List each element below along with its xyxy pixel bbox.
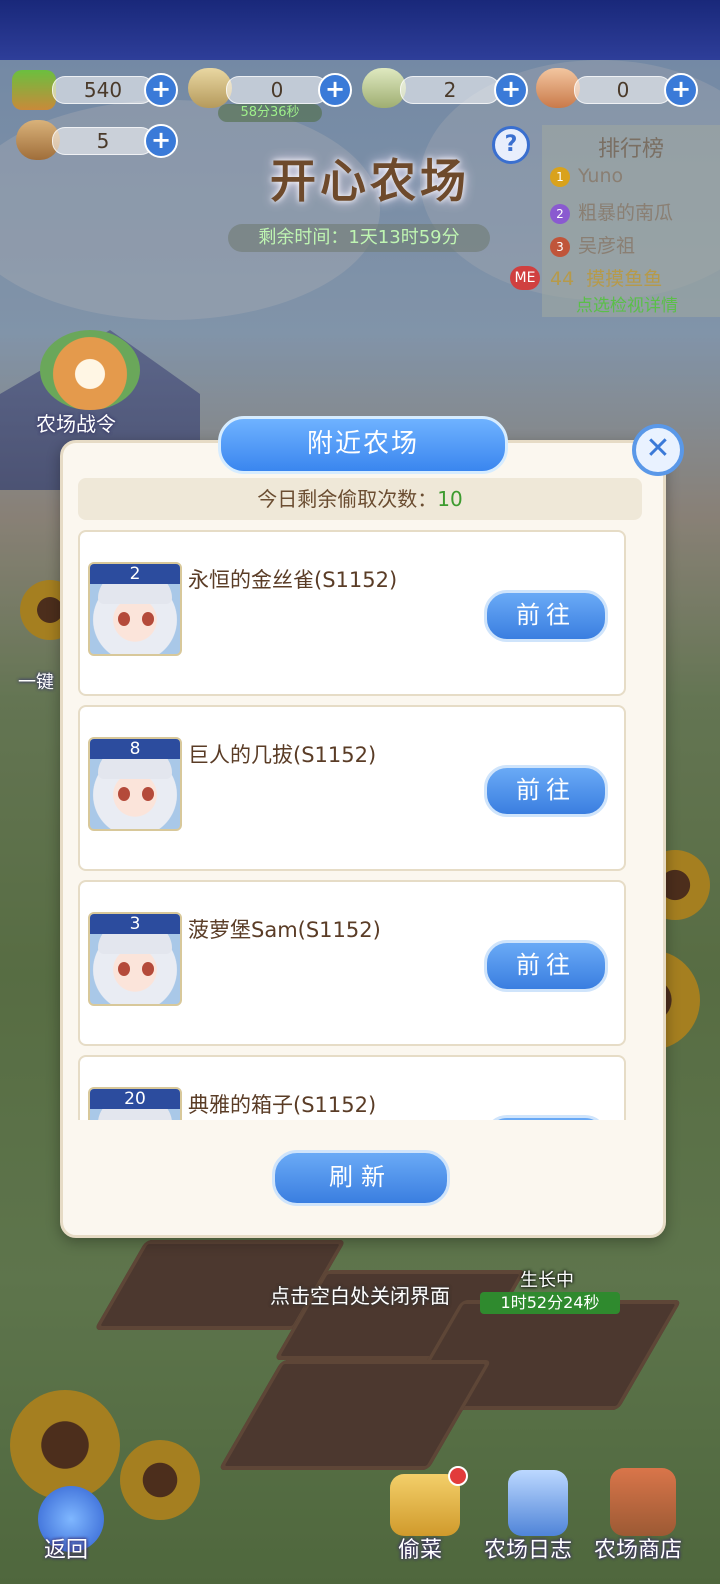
farm-owner-avatar: 3 xyxy=(88,912,182,1006)
help-button[interactable]: ? xyxy=(492,126,530,164)
ranking-row-me: 44 摸摸鱼鱼 xyxy=(550,264,662,291)
game-title: 开心农场 xyxy=(270,154,470,208)
corgi-icon[interactable] xyxy=(40,330,140,410)
ranking-row-1: 1 Yuno xyxy=(550,165,623,187)
farm-name: 巨人的几拔(S1152) xyxy=(188,743,377,767)
ranking-name: Yuno xyxy=(578,165,624,187)
add-fertilizer-button[interactable]: + xyxy=(494,73,528,107)
farm-name: 永恒的金丝雀(S1152) xyxy=(188,568,398,592)
medal-purple-icon: 2 xyxy=(550,203,570,224)
add-coin-button[interactable]: + xyxy=(144,124,178,158)
medal-bronze-icon: 3 xyxy=(550,236,570,257)
medal-gold-icon: 1 xyxy=(550,166,570,187)
add-vegetable-button[interactable]: + xyxy=(144,73,178,107)
glove-icon[interactable] xyxy=(390,1474,460,1536)
close-button[interactable]: ✕ xyxy=(632,424,684,476)
steal-count-label: 今日剩余偷取次数： xyxy=(257,487,438,511)
ranking-panel[interactable]: 排行榜 1 Yuno 2 粗暴的南瓜 3 吴彦祖 44 摸摸鱼鱼 点选检视详情 xyxy=(542,125,720,317)
steal-count-bar: 今日剩余偷取次数：10 xyxy=(78,478,642,520)
remaining-time: 剩余时间：1天13时59分 xyxy=(228,224,490,252)
log-book-icon[interactable] xyxy=(508,1470,568,1536)
refresh-button[interactable]: 刷新 xyxy=(272,1150,450,1206)
growing-timer: 1时52分24秒 xyxy=(480,1292,620,1314)
farm-list[interactable]: 2 永恒的金丝雀(S1152) 前往 8 巨人的几拔(S1152) 前往 3 菠… xyxy=(78,530,642,1120)
add-seed-button[interactable]: + xyxy=(318,73,352,107)
farm-name: 菠萝堡Sam(S1152) xyxy=(188,918,381,942)
farm-shop-button[interactable]: 农场商店 xyxy=(594,1532,682,1564)
shop-icon[interactable] xyxy=(610,1468,676,1536)
farm-card: 20 典雅的箱子(S1152) 前往 xyxy=(78,1055,626,1120)
one-click-button[interactable]: 一键 xyxy=(18,668,54,694)
steal-button[interactable]: 偷菜 xyxy=(398,1532,442,1564)
vegetable-count: 540 xyxy=(52,76,154,104)
farm-card: 8 巨人的几拔(S1152) 前往 xyxy=(78,705,626,871)
battle-pass-button[interactable]: 农场战令 xyxy=(36,408,116,437)
feed-count: 0 xyxy=(574,76,672,104)
seed-count: 0 xyxy=(226,76,328,104)
coin-count: 5 xyxy=(52,127,154,155)
top-status-area xyxy=(0,0,720,60)
go-button[interactable]: 前往 xyxy=(484,765,608,817)
ranking-row-3: 3 吴彦祖 xyxy=(550,231,635,258)
ranking-name: 吴彦祖 xyxy=(578,235,636,257)
go-button[interactable]: 前往 xyxy=(484,940,608,992)
ranking-row-2: 2 粗暴的南瓜 xyxy=(550,198,673,225)
farm-owner-avatar: 8 xyxy=(88,737,182,831)
fertilizer-count: 2 xyxy=(400,76,500,104)
steal-count-value: 10 xyxy=(437,487,463,511)
my-name: 摸摸鱼鱼 xyxy=(586,268,663,290)
go-button[interactable]: 前往 xyxy=(484,590,608,642)
level-badge: 2 xyxy=(90,564,180,584)
vegetable-crate-icon xyxy=(12,70,56,110)
level-badge: 8 xyxy=(90,739,180,759)
ranking-detail-link[interactable]: 点选检视详情 xyxy=(576,291,678,316)
level-badge: 20 xyxy=(90,1089,180,1109)
farm-card: 3 菠萝堡Sam(S1152) 前往 xyxy=(78,880,626,1046)
level-badge: 3 xyxy=(90,914,180,934)
ranking-title: 排行榜 xyxy=(597,137,664,162)
notification-dot xyxy=(448,1466,468,1486)
me-badge: ME xyxy=(510,266,540,290)
modal-title: 附近农场 xyxy=(218,416,508,474)
farm-name: 典雅的箱子(S1152) xyxy=(188,1093,377,1117)
farm-owner-avatar: 2 xyxy=(88,562,182,656)
back-button[interactable]: 返回 xyxy=(44,1532,88,1564)
seed-timer: 58分36秒 xyxy=(218,104,322,122)
my-rank: 44 xyxy=(550,268,575,290)
farm-owner-avatar: 20 xyxy=(88,1087,182,1120)
go-button[interactable]: 前往 xyxy=(484,1115,608,1120)
farm-card: 2 永恒的金丝雀(S1152) 前往 xyxy=(78,530,626,696)
farm-log-button[interactable]: 农场日志 xyxy=(484,1532,572,1564)
add-feed-button[interactable]: + xyxy=(664,73,698,107)
growing-label: 生长中 xyxy=(520,1270,574,1291)
ranking-name: 粗暴的南瓜 xyxy=(578,202,674,224)
